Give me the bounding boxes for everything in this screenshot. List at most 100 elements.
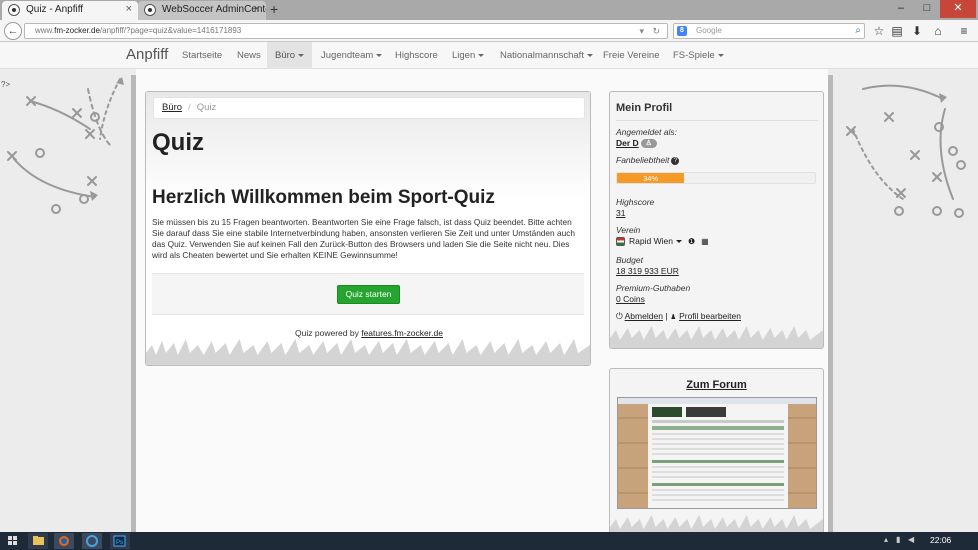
nav-jugendteam[interactable]: Jugendteam bbox=[321, 42, 383, 69]
nav-label: FS-Spiele bbox=[673, 50, 715, 61]
site-brand[interactable]: Anpfiff bbox=[126, 46, 168, 63]
verein-label: Verein bbox=[616, 225, 641, 235]
nav-label: Jugendteam bbox=[321, 50, 374, 61]
premium-link[interactable]: 0 Coins bbox=[616, 294, 645, 304]
breadcrumb: Büro / Quiz bbox=[153, 97, 585, 119]
home-icon[interactable]: ⌂ bbox=[930, 23, 946, 39]
caret-down-icon bbox=[717, 53, 724, 57]
budget-link[interactable]: 18 319 933 EUR bbox=[616, 266, 679, 276]
highscore-link[interactable]: 31 bbox=[616, 208, 625, 218]
windows-taskbar: Ps ▴ ▮ ◀ 22:06 bbox=[0, 532, 978, 550]
highscore-label: Highscore bbox=[616, 197, 655, 207]
tab-admincenter[interactable]: WebSoccer AdminCenter × bbox=[138, 1, 266, 20]
search-engine-icon[interactable]: 8 bbox=[677, 26, 687, 36]
search-icon[interactable]: ⌕ bbox=[855, 24, 861, 38]
user-icon: ♙ bbox=[640, 139, 657, 149]
address-bar[interactable]: www.fm-zocker.de/anpfiff/?page=quiz&valu… bbox=[24, 23, 668, 39]
quiz-panel: Büro / Quiz Quiz Herzlich Willkommen beim … bbox=[145, 91, 591, 366]
nav-startseite[interactable]: Startseite bbox=[182, 42, 222, 69]
budget-label: Budget bbox=[616, 255, 643, 265]
maximize-button[interactable]: □ bbox=[914, 0, 940, 18]
photoshop-taskbar-icon[interactable]: Ps bbox=[110, 533, 130, 549]
start-quiz-button[interactable]: Quiz starten bbox=[337, 285, 400, 304]
tactics-drawing-left bbox=[7, 77, 124, 214]
minimize-button[interactable]: – bbox=[888, 0, 914, 18]
ie-taskbar-icon[interactable] bbox=[82, 533, 102, 549]
tray-arrow-icon[interactable]: ▴ bbox=[884, 535, 888, 544]
power-icon: ⏻ bbox=[616, 311, 623, 321]
forum-panel: Zum Forum bbox=[609, 368, 824, 538]
breadcrumb-separator: / bbox=[188, 102, 191, 113]
network-icon[interactable]: ▮ bbox=[896, 535, 900, 544]
menu-icon[interactable]: ≡ bbox=[956, 23, 972, 39]
back-button[interactable]: ← bbox=[4, 22, 22, 40]
nav-fs-spiele[interactable]: FS-Spiele bbox=[673, 42, 724, 69]
caret-down-icon bbox=[478, 53, 485, 57]
tactics-drawing-right bbox=[846, 84, 966, 218]
soccer-ball-icon bbox=[144, 4, 156, 16]
volume-icon[interactable]: ◀ bbox=[908, 535, 914, 544]
logout-link[interactable]: Abmelden bbox=[625, 311, 663, 321]
fan-label-text: Fanbeliebtheit bbox=[616, 155, 670, 165]
table-icon[interactable]: ▦ bbox=[701, 237, 709, 246]
nav-buero[interactable]: Büro bbox=[267, 42, 313, 69]
soccer-ball-icon bbox=[8, 4, 20, 16]
tab-label: WebSoccer AdminCenter bbox=[162, 4, 266, 15]
new-tab-button[interactable]: + bbox=[270, 1, 278, 17]
verein-row: Rapid Wien ❶ ▦ bbox=[616, 236, 709, 247]
close-tab-icon[interactable]: × bbox=[126, 3, 132, 15]
info-icon[interactable]: ❶ bbox=[688, 237, 695, 246]
tab-quiz[interactable]: Quiz - Anpfiff × bbox=[2, 1, 138, 20]
windows-start-icon[interactable] bbox=[8, 536, 18, 546]
profile-links: ⏻ Abmelden | ♟ Profil bearbeiten bbox=[616, 311, 741, 322]
forum-link[interactable]: Zum Forum bbox=[610, 379, 823, 391]
reload-icon[interactable]: ▾ ↻ bbox=[639, 24, 663, 38]
bookmarks-list-icon[interactable]: ▤ bbox=[889, 23, 905, 39]
fan-popularity-bar: 34% bbox=[616, 172, 816, 184]
caret-down-icon[interactable] bbox=[675, 240, 682, 244]
explorer-taskbar-icon[interactable] bbox=[28, 533, 48, 549]
column-border-right bbox=[828, 75, 833, 532]
search-placeholder: Google bbox=[696, 26, 722, 35]
profile-panel: Mein Profil Angemeldet als: Der D ♙ Fanbe… bbox=[609, 91, 824, 349]
caret-down-icon bbox=[298, 53, 305, 57]
nav-label: Ligen bbox=[452, 50, 476, 61]
page-title: Quiz bbox=[152, 129, 204, 156]
forum-screenshot-thumbnail[interactable] bbox=[617, 397, 817, 509]
profile-title: Mein Profil bbox=[616, 102, 673, 114]
url-prefix: www. bbox=[35, 26, 55, 35]
column-border-left bbox=[131, 75, 136, 532]
download-icon[interactable]: ⬇ bbox=[909, 23, 925, 39]
close-window-button[interactable]: ✕ bbox=[940, 0, 976, 18]
taskbar-clock: 22:06 bbox=[930, 535, 952, 545]
username-link[interactable]: Der D bbox=[616, 138, 639, 148]
verein-name[interactable]: Rapid Wien bbox=[629, 236, 673, 246]
caret-down-icon bbox=[376, 53, 383, 57]
nav-freie-vereine[interactable]: Freie Vereine bbox=[603, 42, 660, 69]
help-icon[interactable]: ? bbox=[671, 156, 680, 165]
nav-highscore[interactable]: Highscore bbox=[395, 42, 438, 69]
club-crest-icon bbox=[616, 237, 625, 247]
bookmark-star-icon[interactable]: ☆ bbox=[871, 23, 887, 39]
fan-popularity-label: Fanbeliebtheit? bbox=[616, 155, 680, 165]
browser-tabstrip: Quiz - Anpfiff × WebSoccer AdminCenter ×… bbox=[0, 0, 978, 20]
quiz-instructions: Sie müssen bis zu 15 Fragen beantworten.… bbox=[152, 217, 575, 260]
close-tab-icon[interactable]: × bbox=[254, 3, 260, 15]
nav-news[interactable]: News bbox=[237, 42, 261, 69]
firefox-taskbar-icon[interactable] bbox=[54, 533, 74, 549]
browser-toolbar: ← www.fm-zocker.de/anpfiff/?page=quiz&va… bbox=[0, 20, 978, 42]
breadcrumb-link-buero[interactable]: Büro bbox=[162, 102, 182, 113]
edit-profile-link[interactable]: Profil bearbeiten bbox=[679, 311, 741, 321]
welcome-heading: Herzlich Willkommen beim Sport-Quiz bbox=[152, 187, 495, 208]
nav-ligen[interactable]: Ligen bbox=[452, 42, 485, 69]
nav-label: Nationalmannschaft bbox=[500, 50, 584, 61]
divider bbox=[616, 120, 818, 121]
url-domain: fm-zocker.de bbox=[54, 26, 100, 35]
grass-decoration bbox=[610, 326, 823, 348]
username-row: Der D ♙ bbox=[616, 138, 657, 149]
action-well: Quiz starten bbox=[152, 273, 584, 315]
nav-label: Büro bbox=[275, 50, 296, 61]
site-navbar: Anpfiff Startseite News Büro Jugendteam … bbox=[0, 42, 978, 69]
nav-nationalmannschaft[interactable]: Nationalmannschaft bbox=[500, 42, 593, 69]
search-bar[interactable]: 8 Google ⌕ bbox=[673, 23, 865, 39]
